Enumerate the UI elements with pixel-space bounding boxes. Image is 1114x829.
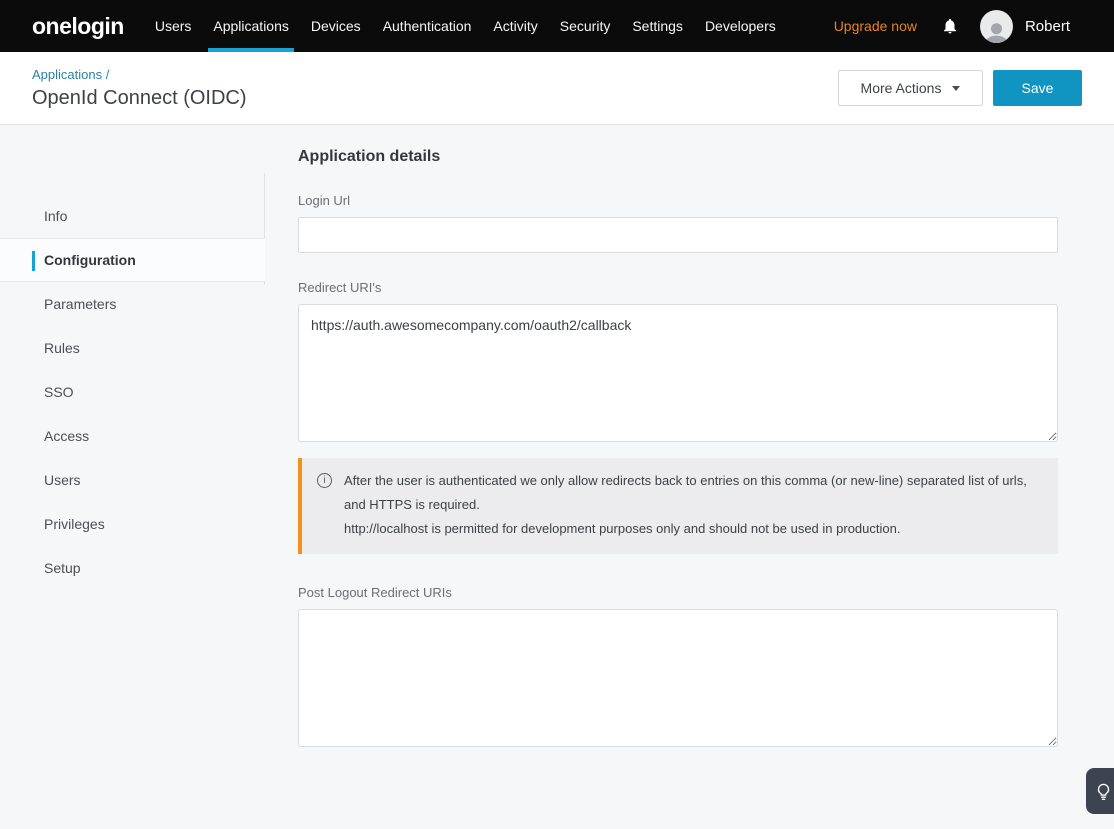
header-titles: Applications / OpenId Connect (OIDC) [32, 67, 247, 110]
user-name[interactable]: Robert [1025, 18, 1070, 35]
post-logout-label: Post Logout Redirect URIs [298, 585, 1058, 600]
info-note-text: After the user is authenticated we only … [344, 469, 1042, 541]
page-title: OpenId Connect (OIDC) [32, 87, 247, 110]
header-actions: More Actions Save [838, 70, 1082, 106]
lightbulb-icon [1095, 783, 1112, 800]
nav-item-devices[interactable]: Devices [300, 0, 372, 52]
sidebar-item-access[interactable]: Access [0, 414, 265, 458]
sidebar-item-info[interactable]: Info [0, 194, 265, 238]
sidebar-item-setup[interactable]: Setup [0, 546, 265, 590]
sidebar-item-sso[interactable]: SSO [0, 370, 265, 414]
user-avatar[interactable] [980, 10, 1013, 43]
nav-item-settings[interactable]: Settings [621, 0, 694, 52]
nav-item-security[interactable]: Security [549, 0, 622, 52]
primary-nav: Users Applications Devices Authenticatio… [144, 0, 787, 52]
more-actions-button[interactable]: More Actions [838, 70, 983, 106]
save-button[interactable]: Save [993, 70, 1082, 106]
redirect-uris-textarea[interactable]: https://auth.awesomecompany.com/oauth2/c… [298, 304, 1058, 442]
sidebar-nav: Info Configuration Parameters Rules SSO … [0, 125, 265, 747]
nav-item-users[interactable]: Users [144, 0, 203, 52]
breadcrumb[interactable]: Applications / [32, 67, 247, 82]
sidebar-item-privileges[interactable]: Privileges [0, 502, 265, 546]
post-logout-field-group: Post Logout Redirect URIs [298, 585, 1058, 747]
main-content: Application details Login Url Redirect U… [265, 125, 1058, 747]
person-icon [980, 17, 1013, 43]
page-body: Info Configuration Parameters Rules SSO … [0, 125, 1114, 747]
sidebar-item-rules[interactable]: Rules [0, 326, 265, 370]
help-lightbulb-button[interactable] [1086, 768, 1114, 814]
sidebar-item-parameters[interactable]: Parameters [0, 282, 265, 326]
active-indicator-bar [32, 251, 35, 271]
sidebar-item-users[interactable]: Users [0, 458, 265, 502]
notifications-bell-icon[interactable] [941, 17, 959, 35]
section-title: Application details [298, 148, 1058, 166]
info-note-line2: http://localhost is permitted for develo… [344, 517, 1042, 541]
info-note-line1: After the user is authenticated we only … [344, 469, 1042, 517]
sidebar-item-configuration[interactable]: Configuration [0, 238, 265, 282]
login-url-input[interactable] [298, 217, 1058, 253]
nav-item-applications[interactable]: Applications [202, 0, 300, 52]
nav-item-developers[interactable]: Developers [694, 0, 787, 52]
navbar-right: Upgrade now Robert [834, 10, 1114, 43]
login-url-field-group: Login Url [298, 193, 1058, 253]
redirect-uris-label: Redirect URI's [298, 280, 1058, 295]
chevron-down-icon [952, 86, 960, 91]
redirect-uris-info-note: i After the user is authenticated we onl… [298, 458, 1058, 554]
login-url-label: Login Url [298, 193, 1058, 208]
more-actions-label: More Actions [861, 80, 942, 96]
onelogin-logo[interactable]: onelogin [32, 13, 124, 40]
sidebar-item-label: Configuration [44, 252, 136, 268]
top-navbar: onelogin Users Applications Devices Auth… [0, 0, 1114, 52]
page-header: Applications / OpenId Connect (OIDC) Mor… [0, 52, 1114, 125]
info-icon: i [317, 473, 332, 488]
redirect-uris-field-group: Redirect URI's https://auth.awesomecompa… [298, 280, 1058, 442]
nav-item-activity[interactable]: Activity [482, 0, 548, 52]
post-logout-redirect-uris-textarea[interactable] [298, 609, 1058, 747]
upgrade-now-link[interactable]: Upgrade now [834, 18, 917, 34]
nav-item-authentication[interactable]: Authentication [372, 0, 483, 52]
